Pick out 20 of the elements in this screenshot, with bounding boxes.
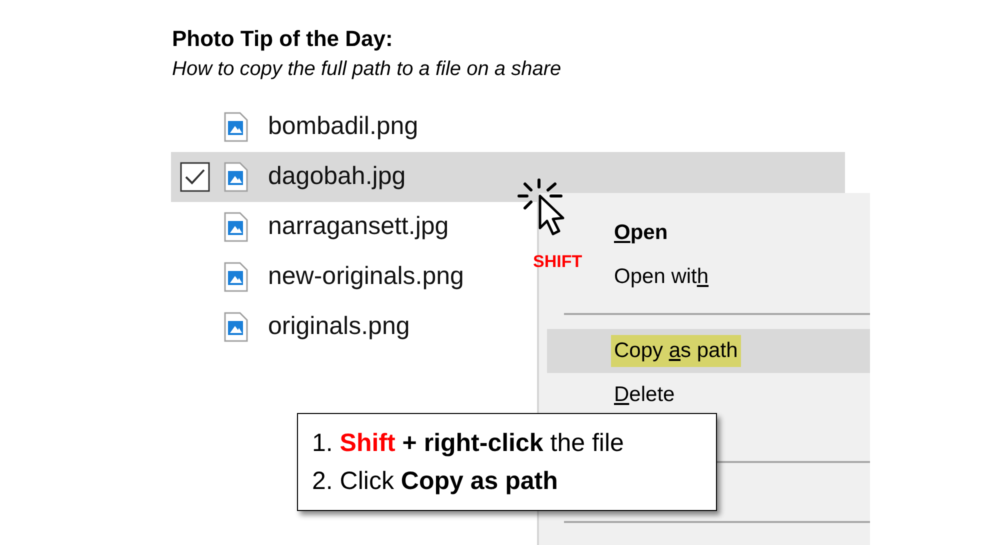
image-file-icon [224,262,248,292]
tip-subtitle: How to copy the full path to a file on a share [172,57,562,82]
file-row[interactable]: dagobah.jpg [171,152,845,202]
image-file-icon [224,162,248,192]
file-name: narragansett.jpg [268,211,449,242]
file-name: dagobah.jpg [268,161,406,192]
file-name: bombadil.png [268,111,418,142]
menu-item[interactable]: Open with [611,255,712,299]
menu-item[interactable]: Copy as path [547,329,870,373]
checkbox[interactable] [180,162,210,192]
file-row[interactable]: bombadil.png [171,102,845,152]
instructions-callout: 1. Shift + right-click the file 2. Click Copy as path [297,413,717,511]
shift-label: SHIFT [533,251,582,273]
image-file-icon [224,312,248,342]
file-name: new-originals.png [268,261,464,292]
image-file-icon [224,212,248,242]
menu-item[interactable]: Open [611,211,671,255]
image-file-icon [224,112,248,142]
file-name: originals.png [268,311,410,342]
tip-title: Photo Tip of the Day: [172,25,393,53]
